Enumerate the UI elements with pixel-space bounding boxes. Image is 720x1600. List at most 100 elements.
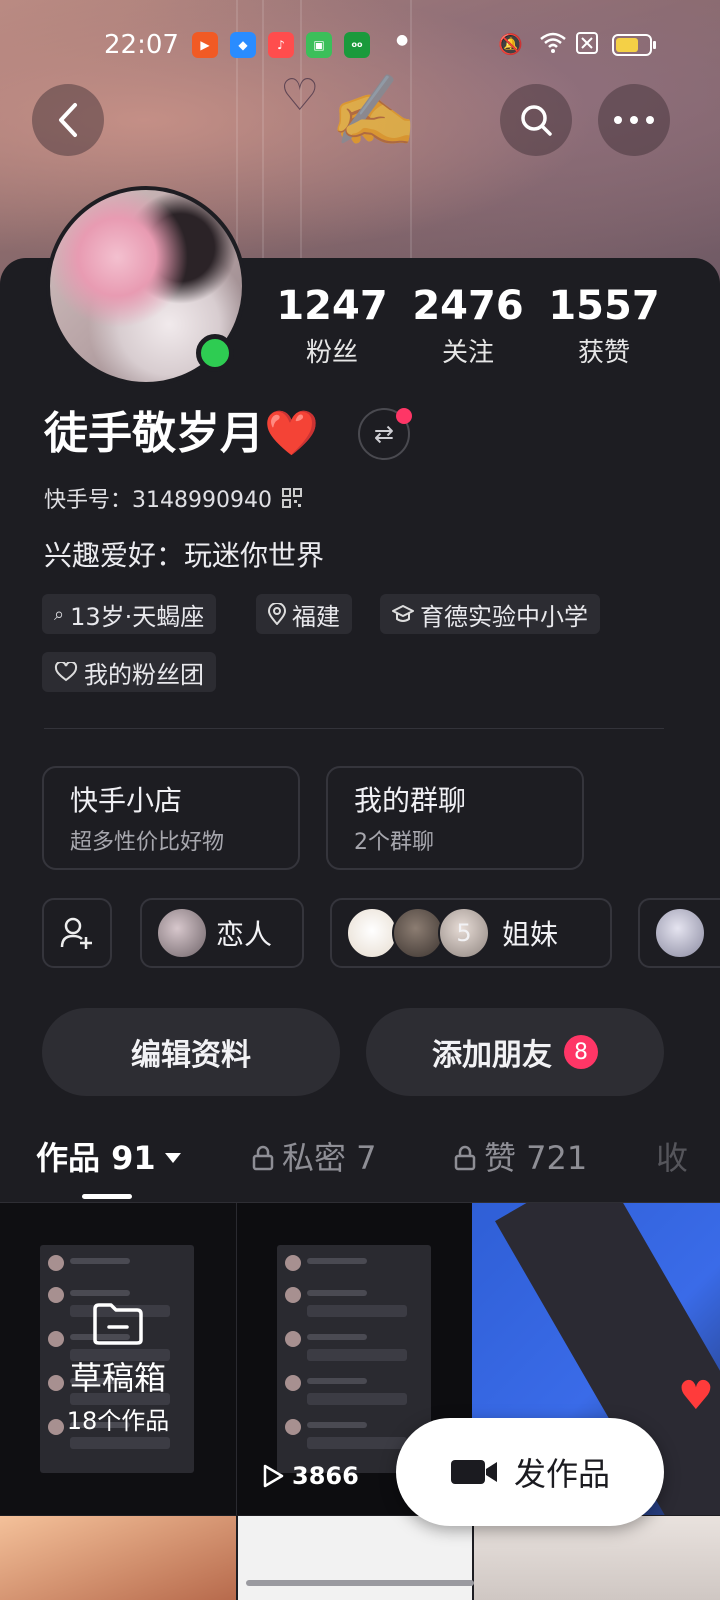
swap-icon: ⇄	[373, 420, 395, 448]
notification-dot	[396, 408, 412, 424]
search-icon	[521, 105, 552, 136]
stat-following-value: 2476	[412, 283, 524, 329]
stat-following[interactable]: 2476 关注	[408, 282, 528, 369]
more-button[interactable]	[598, 84, 670, 156]
back-button[interactable]	[32, 84, 104, 156]
video-cell-row2-1[interactable]	[0, 1516, 236, 1600]
stat-fans-label: 粉丝	[305, 338, 358, 368]
relation-more[interactable]	[638, 898, 720, 968]
wifi-icon	[540, 32, 566, 59]
chevron-down-icon	[164, 1153, 181, 1163]
stat-fans[interactable]: 1247 粉丝	[272, 282, 392, 369]
relation-sisters-label: 姐妹	[502, 918, 559, 951]
sim-off-icon	[576, 32, 598, 59]
publish-label: 发作品	[513, 1455, 610, 1493]
add-relation-button[interactable]	[42, 898, 112, 968]
shop-subtitle: 超多性价比好物	[70, 830, 225, 855]
back-arrow-icon	[59, 103, 77, 137]
lock-icon	[252, 1145, 274, 1171]
folder-icon	[93, 1302, 143, 1345]
video-camera-icon	[450, 1460, 497, 1484]
tab-private[interactable]: 私密 7	[252, 1136, 377, 1180]
tab-liked[interactable]: 赞 721	[454, 1136, 587, 1180]
video-cell-row2-3[interactable]	[474, 1516, 720, 1600]
tab-collection-label: 收	[656, 1139, 689, 1177]
switch-account-button[interactable]: ⇄	[358, 408, 412, 460]
kuaishou-id-text: 快手号：3148990940	[44, 488, 272, 513]
group-chat-card[interactable]: 我的群聊 2个群聊	[326, 766, 584, 870]
tag-age-text: 13岁·天蝎座	[70, 602, 205, 631]
edit-profile-label: 编辑资料	[131, 1038, 251, 1073]
relation-lover-label: 恋人	[216, 918, 273, 951]
market-icon: ▣	[306, 32, 332, 58]
stat-likes-value: 1557	[548, 283, 660, 329]
music-icon: ♪	[268, 32, 294, 58]
heart-icon: ♥	[678, 1373, 714, 1419]
username: 徒手敬岁月❤️	[44, 408, 319, 459]
tag-school[interactable]: 育德实验中小学	[380, 594, 600, 634]
publish-button[interactable]: 发作品	[396, 1418, 664, 1526]
tag-fan-group-text: 我的粉丝团	[84, 660, 204, 689]
more-dots-icon	[614, 116, 654, 124]
search-age-icon: ⌕	[54, 603, 65, 625]
relation-sisters[interactable]: 5 姐妹	[330, 898, 612, 968]
status-time: 22:07	[104, 30, 179, 60]
status-bar: 22:07 ▶ ◆ ♪ ▣ oo ● 🔕	[0, 26, 720, 66]
tag-location[interactable]: 福建	[256, 594, 352, 634]
group-chat-subtitle: 2个群聊	[354, 830, 434, 855]
dot-icon: ●	[396, 32, 409, 48]
video-cell-row2-2[interactable]	[238, 1516, 472, 1600]
tab-collection[interactable]: 收	[656, 1136, 688, 1180]
play-count-value: 3866	[292, 1462, 359, 1490]
stat-fans-value: 1247	[276, 283, 388, 329]
add-friend-badge: 8	[564, 1035, 598, 1069]
search-button[interactable]	[500, 84, 572, 156]
tab-private-label: 私密 7	[282, 1139, 377, 1177]
add-friend-button[interactable]: 添加朋友 8	[366, 1008, 664, 1096]
gesture-nav-bar[interactable]	[246, 1580, 474, 1586]
qr-code-icon	[281, 488, 302, 508]
mute-icon: 🔕	[498, 32, 523, 56]
stat-following-label: 关注	[441, 338, 494, 368]
shop-card[interactable]: 快手小店 超多性价比好物	[42, 766, 300, 870]
lover-avatar	[156, 907, 208, 959]
lock-icon	[454, 1145, 476, 1171]
tag-age[interactable]: ⌕ 13岁·天蝎座	[42, 594, 217, 634]
sister-avatar-1	[346, 907, 398, 959]
play-icon	[263, 1464, 284, 1488]
draft-count: 18个作品	[66, 1406, 170, 1435]
draft-title: 草稿箱	[69, 1358, 166, 1397]
bio-interest: 兴趣爱好：玩迷你世界	[44, 539, 325, 572]
heart-group-icon	[54, 662, 78, 682]
stat-likes-label: 获赞	[577, 338, 630, 368]
section-divider	[44, 728, 664, 729]
battery-icon	[612, 34, 656, 56]
online-status-dot	[196, 334, 234, 372]
banner-heart-art: ♡	[280, 70, 320, 121]
oppo-icon: oo	[344, 32, 370, 58]
draft-box-cell[interactable]: 草稿箱 18个作品	[0, 1203, 236, 1515]
relation-more-avatar	[654, 907, 706, 959]
school-icon	[392, 605, 414, 622]
shop-title: 快手小店	[70, 784, 183, 817]
edit-profile-button[interactable]: 编辑资料	[42, 1008, 340, 1096]
banner-art: ✍	[330, 70, 418, 152]
kuaishou-icon: ▶	[192, 32, 218, 58]
tag-fan-group[interactable]: 我的粉丝团	[42, 652, 216, 692]
add-person-icon	[60, 917, 92, 949]
add-friend-label: 添加朋友	[432, 1038, 552, 1073]
sister-avatar-2	[392, 907, 444, 959]
active-tab-indicator	[82, 1194, 132, 1199]
browser-icon: ◆	[230, 32, 256, 58]
kuaishou-id[interactable]: 快手号：3148990940	[44, 482, 302, 514]
play-count: 3866	[262, 1462, 359, 1490]
tag-location-text: 福建	[292, 602, 340, 631]
tab-works[interactable]: 作品 91	[36, 1136, 182, 1180]
stat-likes[interactable]: 1557 获赞	[544, 282, 664, 369]
sister-count: 5	[438, 907, 490, 959]
tab-liked-label: 赞 721	[484, 1139, 588, 1177]
location-icon	[268, 603, 286, 625]
draft-overlay: 草稿箱 18个作品	[0, 1203, 236, 1515]
group-chat-title: 我的群聊	[354, 784, 467, 817]
relation-lover[interactable]: 恋人	[140, 898, 304, 968]
